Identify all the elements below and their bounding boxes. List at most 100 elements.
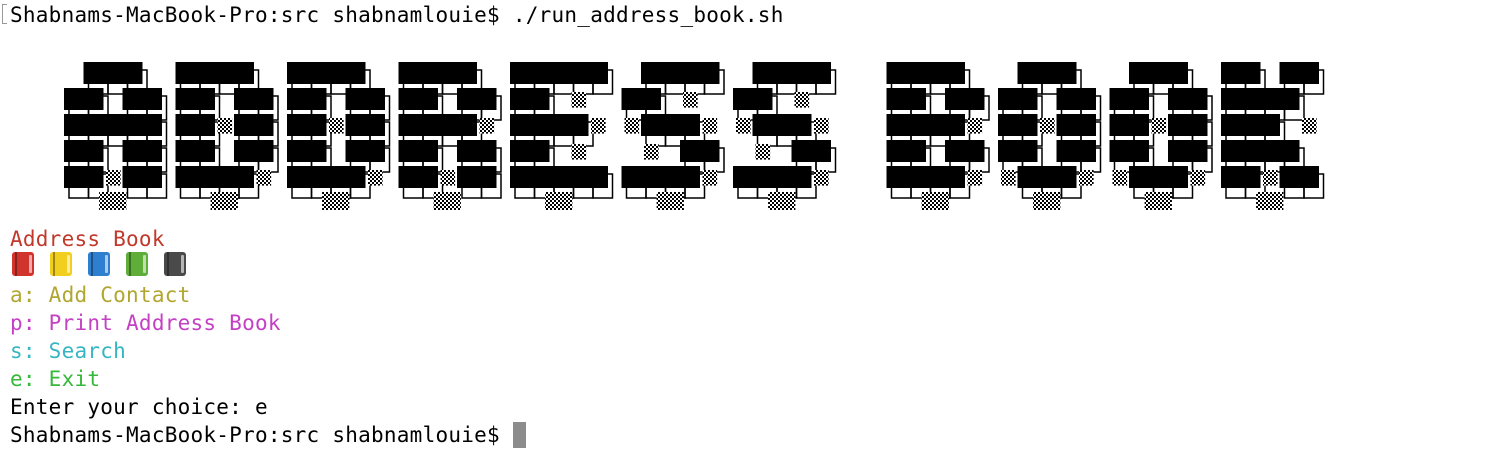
banner-block-cell	[641, 88, 661, 110]
banner-block-cell	[122, 114, 143, 136]
banner-block-cell	[234, 62, 254, 84]
banner-block-cell	[906, 166, 926, 188]
banner-block-cell	[886, 62, 907, 84]
banner-dot-cell	[1256, 192, 1284, 210]
banner-block-cell	[886, 114, 907, 136]
banner-block-cell	[398, 62, 419, 84]
banner-block-cell	[345, 62, 366, 84]
banner-block-cell	[345, 114, 366, 136]
banner-block-cell	[641, 166, 661, 188]
banner-block-cell	[510, 140, 530, 162]
choice-line: Enter your choice: e	[10, 395, 268, 419]
banner-block-cell	[1037, 166, 1057, 188]
banner-block-cell	[1129, 166, 1149, 188]
banner-block-cell	[925, 166, 946, 188]
prompt-text: Shabnams-MacBook-Pro:src shabnamlouie$	[10, 423, 513, 447]
banner-block-cell	[476, 166, 497, 188]
banner-block-cell	[214, 166, 235, 188]
banner-block-cell	[791, 114, 812, 136]
banner-block-cell	[660, 62, 681, 84]
banner-dot-cell	[656, 192, 684, 210]
banner-dot-cell	[571, 92, 587, 108]
banner-dot-cell	[702, 118, 718, 134]
banner-block-cell	[1129, 62, 1149, 84]
banner-block-cell	[234, 166, 254, 188]
banner-block-cell	[175, 140, 196, 162]
banner-block-cell	[1187, 140, 1208, 162]
banner-block-cell	[549, 62, 569, 84]
banner-block-cell	[64, 166, 84, 188]
banner-block-cell	[365, 140, 385, 162]
banner-block-cell	[345, 166, 366, 188]
banner-block-cell	[1168, 88, 1188, 110]
banner-block-cell	[122, 88, 143, 110]
banner-block-cell	[457, 166, 477, 188]
banner-block-cell	[253, 114, 274, 136]
banner-block-cell	[287, 62, 307, 84]
banner-dot-cell	[1144, 192, 1172, 210]
banner-block-cell	[83, 166, 104, 188]
banner-dot-cell	[814, 170, 829, 186]
banner-block-cell	[886, 140, 907, 162]
banner-block-cell	[680, 166, 700, 188]
banner-block-cell	[998, 140, 1018, 162]
banner-block-cell	[791, 62, 812, 84]
banner-block-cell	[906, 62, 926, 84]
banner-block-cell	[621, 88, 642, 110]
banner-dot-cell	[217, 118, 233, 134]
banner-block-cell	[1076, 88, 1096, 110]
red-book-icon	[12, 252, 34, 276]
banner-block-cell	[306, 114, 327, 136]
banner-block-cell	[529, 88, 550, 110]
banner-block-cell	[287, 88, 307, 110]
banner-block-cell	[621, 166, 642, 188]
prompt-line[interactable]: Shabnams-MacBook-Pro:src shabnamlouie$	[10, 421, 526, 449]
banner-block-cell	[733, 88, 753, 110]
banner-block-cell	[1109, 88, 1130, 110]
banner-dot-cell	[967, 170, 983, 186]
banner-block-cell	[772, 62, 792, 84]
banner-block-cell	[457, 140, 477, 162]
banner-block-cell	[1240, 62, 1261, 84]
banner-block-cell	[83, 62, 104, 84]
banner-block-cell	[398, 166, 419, 188]
banner-block-cell	[1279, 140, 1300, 162]
banner-block-cell	[1279, 62, 1300, 84]
banner-dot-cell	[256, 170, 272, 186]
banner-block-cell	[945, 166, 965, 188]
banner-block-cell	[253, 88, 274, 110]
banner-block-cell	[195, 114, 215, 136]
banner-dot-cell	[1151, 118, 1167, 134]
banner-dot-cell	[106, 170, 121, 186]
banner-block-cell	[418, 166, 438, 188]
banner-block-cell	[568, 166, 589, 188]
banner-block-cell	[680, 140, 700, 162]
banner-block-cell	[906, 140, 926, 162]
banner-block-cell	[1056, 166, 1077, 188]
banner-block-cell	[234, 140, 254, 162]
banner-block-cell	[510, 166, 530, 188]
menu-exit: e: Exit	[10, 367, 101, 391]
banner-block-cell	[1076, 140, 1096, 162]
banner-dot-cell	[1263, 170, 1278, 186]
banner-block-cell	[1260, 114, 1280, 136]
banner-dot-cell	[210, 192, 238, 210]
app-title: Address Book	[10, 227, 165, 251]
banner-block-cell	[103, 62, 123, 84]
banner-dot-cell	[967, 118, 983, 134]
banner-block-cell	[568, 114, 589, 136]
banner-dot-cell	[1112, 170, 1128, 186]
banner-dot-cell	[702, 170, 718, 186]
banner-block-cell	[64, 140, 84, 162]
banner-block-cell	[772, 166, 792, 188]
banner-block-cell	[142, 114, 162, 136]
text-cursor	[512, 422, 526, 448]
banner-dot-cell	[571, 144, 587, 160]
terminal-window[interactable]: Shabnams-MacBook-Pro:src shabnamlouie$ .…	[0, 0, 1489, 474]
banner-block-cell	[510, 88, 530, 110]
banner-block-cell	[699, 140, 720, 162]
banner-block-cell	[925, 62, 946, 84]
banner-dot-cell	[479, 118, 495, 134]
banner-block-cell	[1129, 140, 1149, 162]
banner-block-cell	[142, 140, 162, 162]
